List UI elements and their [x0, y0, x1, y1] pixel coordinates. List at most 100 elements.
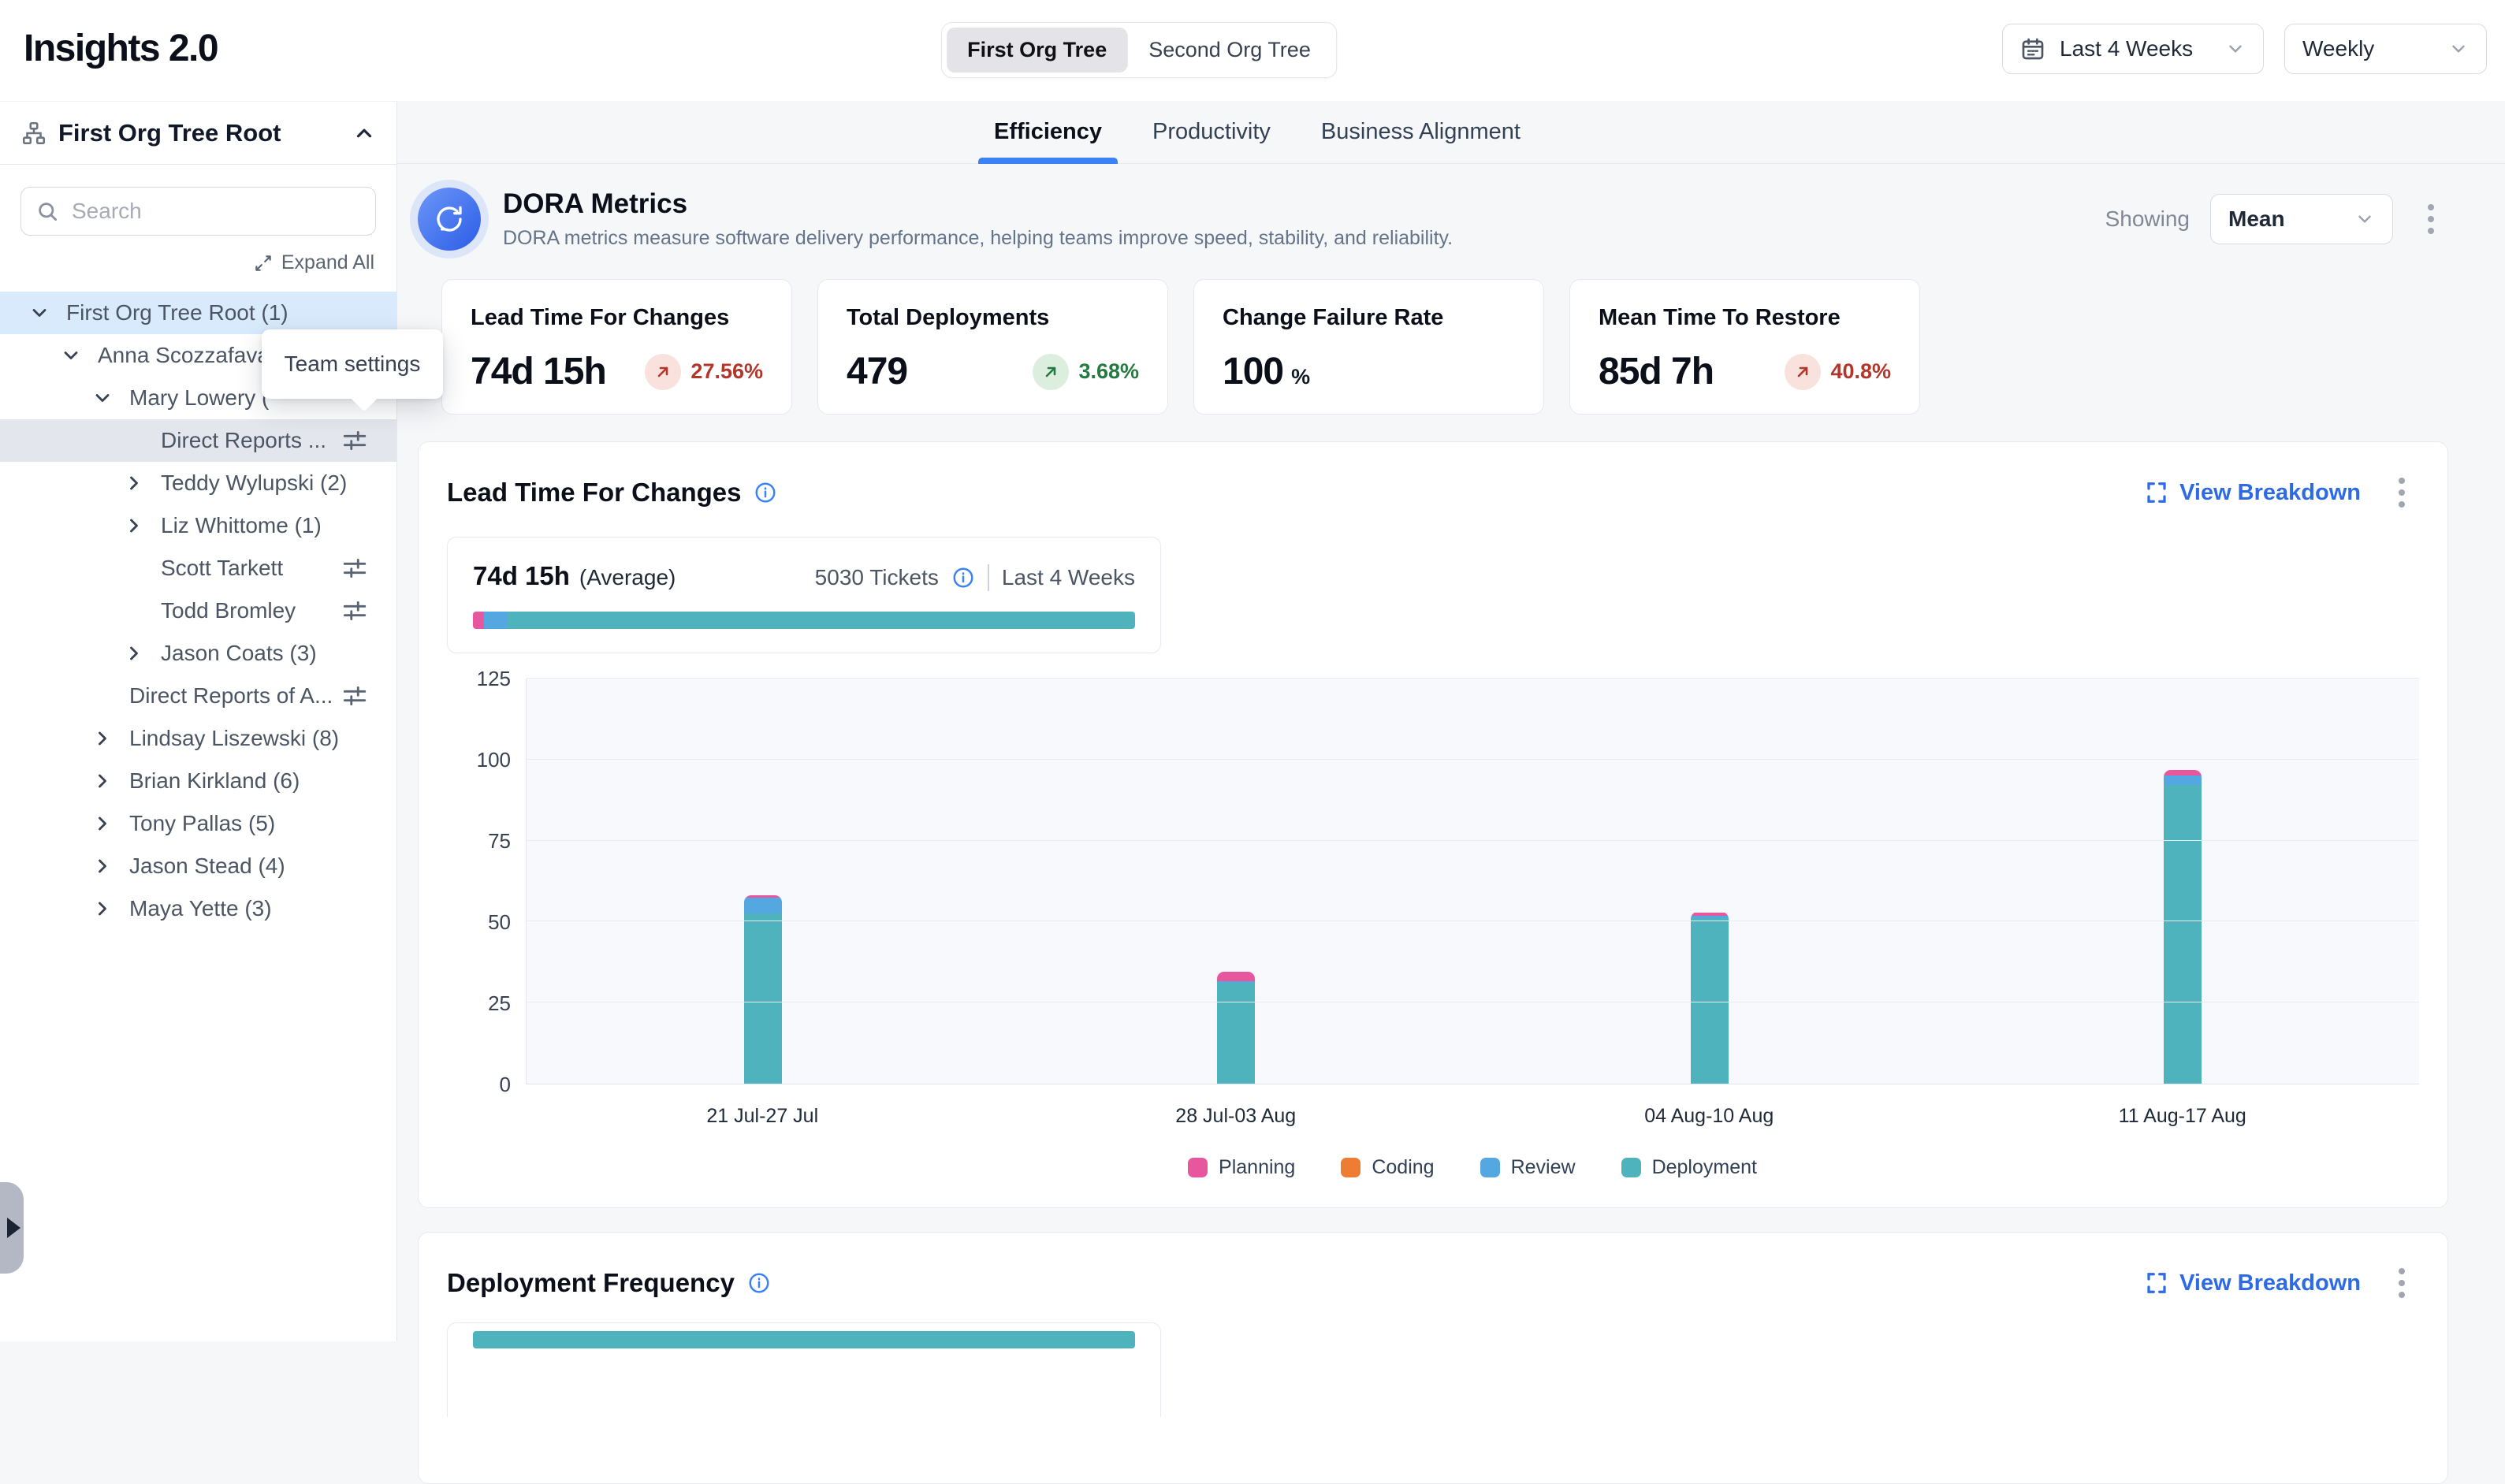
sidebar-title: First Org Tree Root [58, 119, 341, 147]
trend-up-arrow-icon [1785, 354, 1821, 390]
bar-04-aug-10-aug[interactable] [1691, 912, 1729, 1084]
chevron-down-icon[interactable] [25, 299, 54, 327]
view-breakdown-button[interactable]: View Breakdown [2145, 1270, 2361, 1296]
chevron-right-icon[interactable] [120, 511, 148, 540]
metric-card-value: 74d 15h [471, 350, 606, 393]
x-axis-tick-label: 28 Jul-03 Aug [999, 1105, 1473, 1128]
info-icon[interactable] [951, 566, 975, 590]
search-box[interactable] [20, 187, 376, 236]
showing-select[interactable]: Mean [2210, 194, 2393, 244]
team-settings-icon[interactable] [341, 427, 368, 454]
legend-item-coding[interactable]: Coding [1341, 1156, 1434, 1179]
tree-item-label: Liz Whittome (1) [161, 513, 322, 538]
triangle-right-icon [7, 1218, 20, 1238]
tree-item-label: First Org Tree Root (1) [66, 300, 288, 325]
tree-item-label: Jason Stead (4) [129, 854, 285, 879]
legend-swatch [1341, 1158, 1360, 1177]
granularity-select[interactable]: Weekly [2284, 24, 2487, 74]
tree-item-label: Jason Coats (3) [161, 641, 317, 666]
chevron-right-icon[interactable] [88, 894, 117, 923]
legend-label: Coding [1372, 1156, 1434, 1179]
chevron-right-icon[interactable] [88, 767, 117, 795]
bar-11-aug-17-aug[interactable] [2164, 770, 2202, 1084]
tree-item[interactable]: Brian Kirkland (6) [0, 760, 396, 802]
date-range-select[interactable]: Last 4 Weeks [2002, 24, 2264, 74]
average-value: 74d 15h [473, 561, 570, 591]
team-settings-icon[interactable] [341, 597, 368, 624]
bar-21-jul-27-jul[interactable] [744, 895, 782, 1084]
tree-item[interactable]: Direct Reports of A... [0, 675, 396, 717]
info-icon[interactable] [754, 481, 777, 504]
legend-label: Planning [1219, 1156, 1295, 1179]
tree-item-label: Anna Scozzafava [98, 343, 270, 368]
tree-item[interactable]: Todd Bromley [0, 590, 396, 632]
tabs-row: Efficiency Productivity Business Alignment [397, 101, 2505, 164]
org-tree-toggle-option[interactable]: Second Org Tree [1128, 28, 1331, 73]
chevron-right-icon[interactable] [88, 724, 117, 753]
x-axis-tick-label: 21 Jul-27 Jul [526, 1105, 999, 1128]
tab-efficiency[interactable]: Efficiency [988, 101, 1108, 163]
org-tree-toggle-option[interactable]: First Org Tree [947, 28, 1127, 73]
header-controls: Last 4 Weeks Weekly [2002, 24, 2487, 74]
chevron-down-icon [2448, 39, 2469, 59]
chevron-right-icon[interactable] [120, 469, 148, 497]
sidebar-collapse-handle[interactable] [0, 1182, 24, 1274]
team-settings-icon[interactable] [341, 555, 368, 582]
tree-item[interactable]: Maya Yette (3) [0, 887, 396, 930]
bar-segment-review [744, 898, 782, 913]
y-axis-tick-label: 100 [448, 748, 511, 772]
expand-all-button[interactable]: Expand All [22, 251, 374, 274]
bar-segment-review [2164, 775, 2202, 785]
date-range-value: Last 4 Weeks [2060, 36, 2211, 61]
deployment-frequency-kebab-menu[interactable] [2384, 1261, 2419, 1305]
granularity-value: Weekly [2302, 36, 2434, 61]
tree-item[interactable]: First Org Tree Root (1) [0, 292, 396, 334]
search-input[interactable] [72, 199, 361, 224]
bar-28-jul-03-aug[interactable] [1217, 972, 1255, 1084]
metric-card: Total Deployments4793.68% [817, 279, 1168, 415]
sidebar-header[interactable]: First Org Tree Root [0, 102, 396, 165]
y-axis-tick-label: 75 [448, 829, 511, 854]
dora-subtitle: DORA metrics measure software delivery p… [503, 227, 1453, 250]
tree-item[interactable]: Jason Stead (4) [0, 845, 396, 887]
bar-slot [1946, 679, 2419, 1084]
average-bar-segment-planning [473, 612, 484, 629]
info-icon[interactable] [747, 1271, 771, 1295]
chevron-down-icon [2225, 39, 2246, 59]
tree-item[interactable]: Direct Reports ... [0, 419, 396, 462]
deployment-stacked-bar [473, 1331, 1135, 1348]
chart-bars [527, 679, 2419, 1084]
trend-badge: 40.8% [1785, 354, 1891, 390]
view-breakdown-button[interactable]: View Breakdown [2145, 480, 2361, 506]
legend-item-deployment[interactable]: Deployment [1621, 1156, 1757, 1179]
tree-item-label: Direct Reports of A... [129, 683, 333, 709]
tree-item[interactable]: Tony Pallas (5) [0, 802, 396, 845]
tooltip-text: Team settings [285, 351, 421, 377]
dora-kebab-menu[interactable] [2414, 197, 2448, 241]
tree-item[interactable]: Teddy Wylupski (2) [0, 462, 396, 504]
chevron-up-icon[interactable] [352, 121, 376, 145]
legend-item-planning[interactable]: Planning [1188, 1156, 1295, 1179]
tree-item[interactable]: Liz Whittome (1) [0, 504, 396, 547]
showing-controls: Showing Mean [2105, 194, 2448, 244]
metric-card-title: Change Failure Rate [1223, 305, 1515, 331]
deployment-frequency-title: Deployment Frequency [447, 1268, 735, 1298]
chevron-down-icon[interactable] [57, 341, 85, 370]
chevron-right-icon[interactable] [120, 639, 148, 668]
chevron-right-icon[interactable] [88, 852, 117, 880]
trend-value: 3.68% [1078, 359, 1139, 384]
metric-card-value: 85d 7h [1599, 350, 1714, 393]
tree-item[interactable]: Lindsay Liszewski (8) [0, 717, 396, 760]
trend-up-arrow-icon [1033, 354, 1069, 390]
metric-card: Change Failure Rate100% [1193, 279, 1544, 415]
tab-productivity[interactable]: Productivity [1146, 101, 1277, 163]
team-settings-icon[interactable] [341, 682, 368, 709]
chevron-right-icon[interactable] [88, 809, 117, 838]
legend-item-review[interactable]: Review [1480, 1156, 1576, 1179]
chevron-down-icon[interactable] [88, 384, 117, 412]
tab-business-alignment[interactable]: Business Alignment [1315, 101, 1527, 163]
tree-item[interactable]: Jason Coats (3) [0, 632, 396, 675]
tree-item[interactable]: Scott Tarkett [0, 547, 396, 590]
legend-swatch [1188, 1158, 1208, 1177]
lead-time-kebab-menu[interactable] [2384, 470, 2419, 515]
